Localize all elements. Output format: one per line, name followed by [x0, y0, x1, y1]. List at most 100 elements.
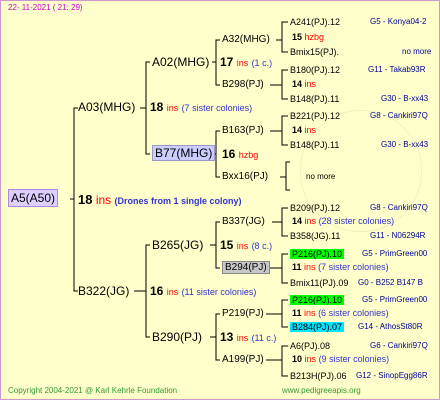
- g3-info-0: 15 hzbg: [292, 33, 324, 42]
- g4-ref-14: G12 - SinopEgg86R: [356, 371, 428, 380]
- g3-note-6: (6 sister colonies): [318, 308, 389, 318]
- g1-ins-0: ins: [166, 103, 179, 113]
- g4-node-3[interactable]: B148(PJ).11: [290, 95, 339, 104]
- g3-info-1: 14 ins: [292, 80, 316, 89]
- g2-node-0[interactable]: A02(MHG): [152, 56, 209, 68]
- g4-node-8[interactable]: B358(JG).11: [290, 232, 340, 241]
- g4-node-4[interactable]: B221(PJ).12: [290, 112, 340, 121]
- g2-num-2: 15: [220, 238, 234, 252]
- g3-info-7: 10 ins (9 sister colonies): [292, 355, 389, 364]
- g3-info-5: 11 ins (7 sister colonies): [292, 263, 389, 272]
- g2-ins-0: ins: [236, 58, 249, 68]
- g1-info-1: 16 ins (11 sister colonies): [150, 285, 256, 297]
- g2-num-1: 16: [222, 147, 236, 161]
- g2-node-2[interactable]: B265(JG): [152, 239, 203, 251]
- timestamp: 22- 11-2021 ( 21: 29): [8, 3, 83, 12]
- g1-num-0: 18: [150, 100, 164, 114]
- g3-node-0[interactable]: A32(MHG): [222, 35, 270, 45]
- g4-node-7[interactable]: B209(PJ).12: [290, 204, 340, 213]
- root-note: (Drones from 1 single colony): [114, 196, 242, 206]
- g2-ins-2: ins: [236, 241, 249, 251]
- g1-ins-1: ins: [166, 287, 179, 297]
- g3-info-4: 14 ins (28 sister colonies): [292, 217, 394, 226]
- g3-node-3[interactable]: Bxx16(PJ): [222, 172, 268, 182]
- g1-note-1: (11 sister colonies): [181, 287, 257, 297]
- g3-num-4: 14: [292, 216, 303, 226]
- g4-ref-7: G8 - Cankiri97Q: [370, 203, 428, 212]
- root-queen[interactable]: A5(A50): [8, 189, 59, 207]
- g3-note-4: (28 sister colonies): [318, 216, 395, 226]
- g4-ref-10: G0 - B252 B147 B: [358, 278, 423, 287]
- g2-node-1[interactable]: B77(MHG): [152, 145, 216, 161]
- g2-label-1: B77(MHG): [152, 145, 216, 161]
- root-ins: ins: [95, 193, 112, 207]
- g3-ins-6: ins: [304, 308, 316, 318]
- g4-node-0[interactable]: A241(PJ).12: [290, 18, 340, 27]
- g4-ref-13: G6 - Cankiri97Q: [370, 341, 428, 350]
- g3-num-0: 15: [292, 32, 303, 42]
- g2-num-3: 13: [220, 330, 234, 344]
- g4-node-11[interactable]: P216(PJ).10: [290, 295, 345, 305]
- g4-node-10[interactable]: Bmix11(PJ).09: [290, 279, 348, 288]
- g4-node-2[interactable]: B180(PJ).12: [290, 66, 340, 75]
- g2-node-3[interactable]: B290(PJ): [152, 331, 202, 343]
- g4-ref-2: G11 - Takab93R: [368, 65, 426, 74]
- g3-num-2: 14: [292, 125, 303, 135]
- g3-num-7: 10: [292, 354, 303, 364]
- g3-ins-5: ins: [304, 262, 316, 272]
- g4-node-1[interactable]: Bmix15(PJ).: [290, 48, 339, 57]
- g2-ins-3: ins: [236, 333, 249, 343]
- g4-node-13[interactable]: A6(PJ).08: [290, 342, 330, 351]
- g3-label-5: B294(PJ): [222, 261, 270, 274]
- g3-ins-0: hzbg: [304, 32, 325, 42]
- g4-node-5[interactable]: B148(PJ).11: [290, 141, 339, 150]
- g4-ref-0: G5 - Konya04-2: [370, 17, 427, 26]
- g4-nomore-6: no more: [306, 172, 336, 181]
- g4-ref-11: G5 - PrimGreen00: [362, 295, 428, 304]
- g1-node-0[interactable]: A03(MHG): [78, 101, 135, 113]
- g1-node-1[interactable]: B322(JG): [78, 285, 129, 297]
- g4-node-9[interactable]: P216(PJ).10: [290, 249, 345, 259]
- g3-info-2: 14 ins: [292, 126, 316, 135]
- g2-info-2: 15 ins (8 c.): [220, 239, 272, 251]
- g3-ins-4: ins: [304, 216, 317, 226]
- g3-node-7[interactable]: A199(PJ): [222, 355, 264, 365]
- g3-num-1: 14: [292, 79, 303, 89]
- g4-label-12: B284(PJ).07: [290, 322, 345, 332]
- g2-note-2: (8 c.): [251, 241, 273, 251]
- g3-ins-1: ins: [304, 79, 317, 89]
- root-label: A5(A50): [8, 189, 59, 207]
- g4-node-14[interactable]: B213H(PJ).06: [290, 372, 347, 381]
- g3-num-5: 11: [292, 262, 302, 272]
- g2-note-0: (1 c.): [251, 58, 273, 68]
- g3-num-6: 11: [292, 308, 302, 318]
- g4-ref-12: G14 - AthosSt80R: [358, 322, 423, 331]
- g4-ref-5: G30 - B-xx43: [381, 140, 429, 149]
- site-url-link[interactable]: www.pedigreeapis.org: [282, 387, 361, 395]
- g2-info-3: 13 ins (11 c.): [220, 331, 276, 343]
- g4-ref-9: G5 - PrimGreen00: [362, 249, 428, 258]
- g2-info-1: 16 hzbg: [222, 148, 258, 160]
- g2-note-3: (11 c.): [251, 333, 277, 343]
- g3-node-5[interactable]: B294(PJ): [222, 261, 270, 274]
- g3-node-1[interactable]: B298(PJ): [222, 80, 264, 90]
- g3-ins-7: ins: [304, 354, 317, 364]
- g3-node-2[interactable]: B163(PJ): [222, 126, 264, 136]
- g3-node-4[interactable]: B337(JG): [222, 217, 265, 227]
- g4-label-11: P216(PJ).10: [290, 295, 345, 305]
- g4-label-9: P216(PJ).10: [290, 249, 345, 259]
- g4-ref-3: G30 - B-xx43: [381, 94, 429, 103]
- g4-ref-8: G11 - N06294R: [370, 231, 426, 240]
- g3-note-5: (7 sister colonies): [318, 262, 389, 272]
- g3-node-6[interactable]: P219(PJ): [222, 309, 264, 319]
- g4-ref-1: no more: [402, 47, 432, 56]
- g1-note-0: (7 sister colonies): [181, 103, 253, 113]
- g3-ins-2: ins: [304, 125, 317, 135]
- g2-ins-1: hzbg: [238, 150, 259, 160]
- g2-info-0: 17 ins (1 c.): [220, 56, 272, 68]
- g4-node-12[interactable]: B284(PJ).07: [290, 322, 345, 332]
- g3-note-7: (9 sister colonies): [318, 354, 390, 364]
- root-info: 18 ins (Drones from 1 single colony): [78, 193, 242, 206]
- g4-ref-4: G8 - Cankiri97Q: [370, 111, 428, 120]
- g3-info-6: 11 ins (6 sister colonies): [292, 309, 389, 318]
